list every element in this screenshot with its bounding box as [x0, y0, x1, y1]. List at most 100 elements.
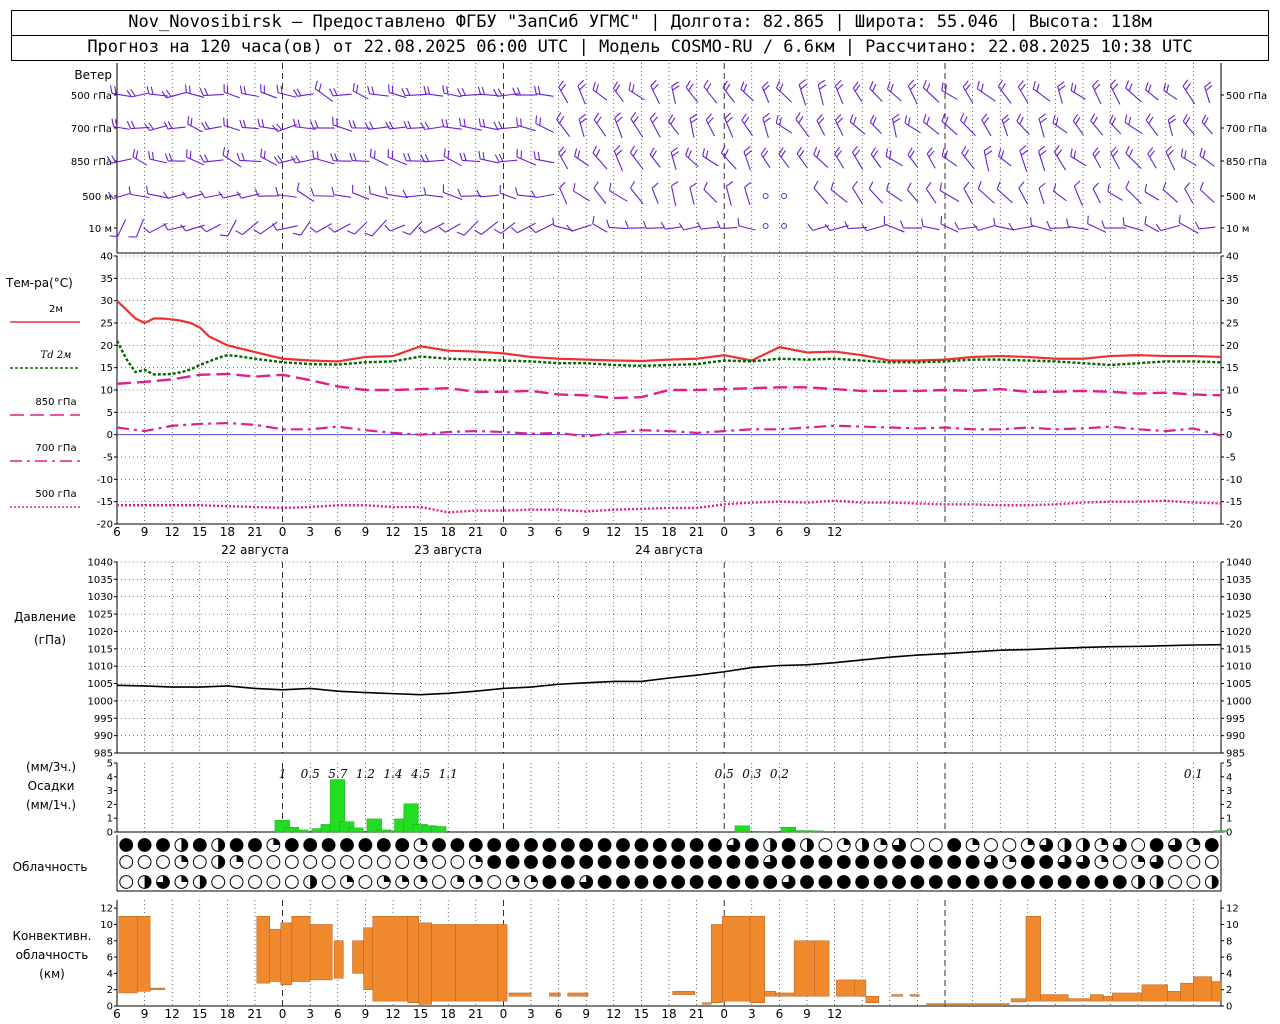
wind-barb-staff — [242, 221, 259, 235]
wind-barb-feather — [652, 116, 659, 124]
wind-barb — [689, 113, 699, 138]
cloud-octa-fill — [420, 855, 427, 862]
cloud-octa-symbol — [1131, 838, 1146, 852]
cloud-octa-outline — [248, 855, 262, 869]
wind-barb-feather — [907, 79, 915, 87]
wind-barb-staff — [885, 155, 903, 167]
cloud-octa-fill — [561, 875, 575, 889]
legend-label-t850: 850 гПа — [35, 397, 76, 408]
wind-barb-feather — [349, 152, 353, 161]
wind-barb-staff — [1184, 188, 1194, 204]
wind-barb — [1092, 147, 1102, 169]
wind-barb-feather — [111, 118, 115, 127]
wind-barb-feather — [944, 116, 949, 125]
wind-barb — [649, 147, 661, 168]
wind-barb-feather — [384, 186, 388, 195]
y-tick-label: 2 — [1226, 985, 1232, 996]
wind-barb-feather — [1109, 79, 1117, 86]
precip-3h-label: 1.2 — [356, 767, 375, 781]
wind-barb-feather — [613, 145, 621, 152]
y-tick-label: -5 — [103, 453, 113, 464]
wind-barb-staff — [869, 121, 883, 135]
cloud-cover-panel: Облачность — [13, 835, 1222, 892]
conv-cloud-bar — [1068, 998, 1091, 1002]
wind-title: Ветер — [74, 68, 112, 82]
wind-barb-feather — [368, 185, 371, 194]
cloud-octa-symbol — [708, 875, 722, 889]
wind-barb-feather — [649, 112, 656, 120]
precip-bar — [753, 831, 769, 833]
wind-barb — [629, 145, 644, 170]
wind-barb-feather — [816, 114, 823, 121]
wind-barb-feather — [628, 82, 632, 91]
wind-barb — [744, 181, 752, 206]
wind-barb-feather — [560, 150, 567, 157]
wind-barb-feather — [1039, 150, 1047, 156]
cloud-octa-fill — [181, 875, 188, 882]
wind-barb-feather — [1073, 84, 1077, 93]
wind-barb-staff — [117, 219, 127, 237]
cloud-octa-symbol — [119, 875, 134, 889]
wind-barb-staff — [689, 187, 695, 205]
wind-barb-feather — [164, 153, 169, 162]
y-tick-label: 4 — [107, 969, 113, 980]
conv-title-2: облачность — [16, 948, 89, 962]
cloud-octa-symbol — [505, 875, 520, 889]
cloud-octa-fill — [880, 838, 887, 845]
cloud-octa-symbol — [652, 838, 667, 852]
wind-barb-feather — [725, 181, 734, 187]
cloud-octa-fill — [1009, 855, 1016, 862]
wind-barb-feather — [352, 82, 355, 92]
wind-barb-feather — [871, 83, 877, 92]
y-tick-label: 4 — [1226, 969, 1232, 980]
wind-barb-feather — [909, 150, 915, 158]
cloud-octa-symbol — [781, 855, 796, 869]
wind-barb-feather — [872, 117, 877, 125]
wind-barb-staff — [187, 123, 203, 133]
wind-barb-staff — [960, 119, 976, 137]
wind-barb-staff — [705, 119, 716, 137]
wind-barb-staff — [849, 121, 866, 135]
wind-barb-feather — [385, 121, 390, 130]
conv-cloud-bar — [431, 924, 456, 1002]
conv-cloud-bar — [136, 916, 151, 992]
wind-barb-feather — [353, 152, 357, 161]
wind-barb-feather — [1000, 83, 1006, 91]
cloud-octa-fill — [1101, 855, 1108, 862]
wind-barb-staff — [132, 156, 148, 166]
y-tick-label: 5 — [1226, 408, 1232, 419]
wind-barb-staff — [535, 158, 555, 164]
wind-barb — [906, 182, 919, 203]
wind-barb-staff — [1012, 225, 1034, 231]
wind-barb-feather — [163, 121, 169, 130]
conv-cloud-bar — [836, 979, 856, 997]
wind-barb-feather — [534, 85, 537, 94]
wind-barb-staff — [668, 121, 680, 135]
wind-barb — [223, 117, 241, 132]
wind-barb — [703, 181, 718, 203]
cloud-octa-fill — [1101, 838, 1108, 845]
cloud-octa-symbol — [468, 875, 483, 889]
cloud-octa-symbol — [487, 855, 502, 869]
cloud-octa-symbol — [432, 875, 446, 889]
wind-barb-staff — [1147, 153, 1157, 169]
wind-barb-feather — [606, 219, 610, 228]
wind-barb-staff — [852, 87, 863, 103]
wind-barb-staff — [1160, 224, 1181, 232]
wind-barb-staff — [574, 155, 589, 167]
cloud-octa-symbol — [156, 855, 170, 869]
cloud-octa-symbol — [413, 838, 428, 852]
cloud-octa-symbol — [1186, 838, 1201, 852]
cloud-octa-symbol — [450, 838, 465, 852]
wind-barb-staff — [1199, 155, 1215, 167]
wind-barb — [670, 181, 679, 207]
cloud-octa-fill — [457, 875, 464, 882]
wind-barb-staff — [646, 227, 664, 229]
cloud-octa-symbol — [726, 875, 741, 889]
wind-barb-staff — [203, 159, 224, 163]
wind-barb — [592, 215, 608, 233]
cloud-octa-symbol — [156, 875, 170, 889]
wind-barb-feather — [926, 83, 931, 92]
wind-level-label-left: 850 гПа — [71, 157, 112, 168]
wind-barb-staff — [558, 152, 569, 170]
